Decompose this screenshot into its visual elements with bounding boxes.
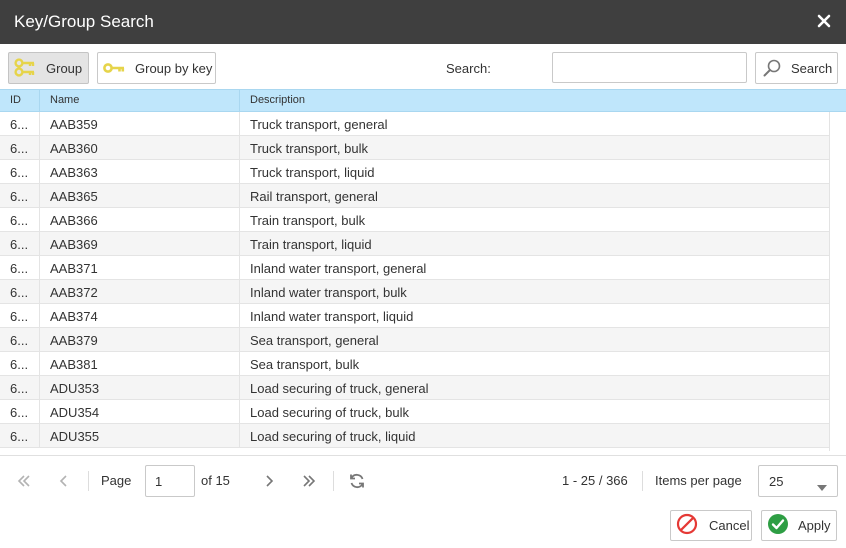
previous-page-icon[interactable]: [54, 472, 74, 490]
cancel-button-label: Cancel: [709, 518, 750, 533]
row-description-cell: Train transport, bulk: [250, 213, 366, 228]
row-id-cell: 6...: [0, 184, 40, 207]
table-row[interactable]: 6... AAB371 Inland water transport, genera…: [0, 256, 829, 280]
refresh-icon[interactable]: [347, 472, 367, 490]
column-header-name[interactable]: Name: [40, 90, 240, 111]
row-description-cell: Truck transport, bulk: [250, 141, 369, 156]
grid-body: 6... AAB359 Truck transport, general 6... AA…: [0, 112, 830, 451]
row-description-cell: Load securing of truck, liquid: [250, 429, 416, 444]
table-row[interactable]: 6... AAB359 Truck transport, general: [0, 112, 829, 136]
row-id-cell: 6...: [0, 376, 40, 399]
row-id-cell: 6...: [0, 328, 40, 351]
table-row[interactable]: 6... AAB379 Sea transport, general: [0, 328, 829, 352]
row-name-cell: ADU353: [40, 376, 240, 399]
row-description-cell: Inland water transport, liquid: [250, 309, 414, 324]
row-description-cell: Sea transport, bulk: [250, 357, 360, 372]
row-name-cell: AAB359: [40, 112, 240, 135]
table-row[interactable]: 6... ADU355 Load securing of truck, liquid: [0, 424, 829, 448]
table-row[interactable]: 6... ADU353 Load securing of truck, genera…: [0, 376, 829, 400]
chevron-down-icon: [817, 479, 827, 494]
search-button[interactable]: Search: [755, 52, 838, 84]
table-row[interactable]: 6... AAB369 Train transport, liquid: [0, 232, 829, 256]
row-name-cell: AAB363: [40, 160, 240, 183]
row-name-cell: AAB381: [40, 352, 240, 375]
row-name-cell: AAB379: [40, 328, 240, 351]
row-id-cell: 6...: [0, 232, 40, 255]
table-row[interactable]: 6... AAB365 Rail transport, general: [0, 184, 829, 208]
row-description-cell: Truck transport, general: [250, 117, 388, 132]
items-per-page-label: Items per page: [655, 473, 742, 488]
row-id-cell: 6...: [0, 424, 40, 447]
row-id-cell: 6...: [0, 304, 40, 327]
search-label: Search:: [446, 61, 491, 76]
range-info: 1 - 25 / 366: [562, 473, 628, 488]
row-id-cell: 6...: [0, 280, 40, 303]
row-description-cell: Load securing of truck, general: [250, 381, 429, 396]
cancel-button[interactable]: Cancel: [670, 510, 752, 541]
row-name-cell: AAB365: [40, 184, 240, 207]
row-description-cell: Inland water transport, general: [250, 261, 427, 276]
row-description-cell: Train transport, liquid: [250, 237, 372, 252]
page-total: of 15: [201, 473, 230, 488]
close-icon[interactable]: [816, 13, 832, 29]
cancel-icon: [676, 513, 698, 538]
row-name-cell: AAB369: [40, 232, 240, 255]
row-id-cell: 6...: [0, 112, 40, 135]
row-name-cell: AAB366: [40, 208, 240, 231]
page-label: Page: [101, 473, 132, 488]
table-row[interactable]: 6... AAB374 Inland water transport, liquid: [0, 304, 829, 328]
pager-divider: [88, 471, 89, 491]
group-button-label: Group: [46, 60, 83, 76]
row-id-cell: 6...: [0, 352, 40, 375]
pager-divider: [642, 471, 643, 491]
dialog-titlebar: Key/Group Search: [0, 0, 846, 44]
table-row[interactable]: 6... AAB363 Truck transport, liquid: [0, 160, 829, 184]
row-name-cell: ADU354: [40, 400, 240, 423]
apply-button-label: Apply: [798, 518, 831, 533]
check-icon: [767, 513, 789, 538]
row-name-cell: AAB360: [40, 136, 240, 159]
row-id-cell: 6...: [0, 400, 40, 423]
row-name-cell: AAB374: [40, 304, 240, 327]
key-icon: [103, 60, 127, 76]
apply-button[interactable]: Apply: [761, 510, 837, 541]
table-row[interactable]: 6... AAB381 Sea transport, bulk: [0, 352, 829, 376]
grid-header: ID Name Description: [0, 89, 846, 112]
keys-icon: [14, 57, 38, 79]
last-page-icon[interactable]: [299, 472, 319, 490]
next-page-icon[interactable]: [259, 472, 279, 490]
table-row[interactable]: 6... AAB366 Train transport, bulk: [0, 208, 829, 232]
group-button[interactable]: Group: [8, 52, 89, 84]
row-id-cell: 6...: [0, 256, 40, 279]
table-row[interactable]: 6... ADU354 Load securing of truck, bulk: [0, 400, 829, 424]
table-row[interactable]: 6... AAB360 Truck transport, bulk: [0, 136, 829, 160]
row-name-cell: ADU355: [40, 424, 240, 447]
pager: Page of 15 1 - 25 / 366 Items per page 2…: [0, 455, 846, 507]
search-button-label: Search: [791, 60, 833, 76]
row-name-cell: AAB371: [40, 256, 240, 279]
first-page-icon[interactable]: [14, 472, 34, 490]
items-per-page-select[interactable]: 25: [758, 465, 838, 497]
page-number-input[interactable]: [145, 465, 195, 497]
row-id-cell: 6...: [0, 208, 40, 231]
dialog-title: Key/Group Search: [14, 12, 154, 31]
column-header-id[interactable]: ID: [0, 90, 40, 111]
items-per-page-value: 25: [769, 474, 784, 489]
row-description-cell: Inland water transport, bulk: [250, 285, 407, 300]
row-description-cell: Sea transport, general: [250, 333, 379, 348]
row-description-cell: Load securing of truck, bulk: [250, 405, 409, 420]
toolbar: Group Group by key Search: Search: [0, 44, 846, 89]
group-by-key-button[interactable]: Group by key: [97, 52, 216, 84]
row-id-cell: 6...: [0, 136, 40, 159]
row-description-cell: Truck transport, liquid: [250, 165, 375, 180]
group-by-key-label: Group by key: [135, 60, 213, 76]
pager-divider: [333, 471, 334, 491]
row-description-cell: Rail transport, general: [250, 189, 378, 204]
table-row[interactable]: 6... AAB372 Inland water transport, bulk: [0, 280, 829, 304]
search-input[interactable]: [552, 52, 747, 83]
row-id-cell: 6...: [0, 160, 40, 183]
column-header-description[interactable]: Description: [240, 90, 846, 111]
search-icon: [762, 58, 782, 78]
row-name-cell: AAB372: [40, 280, 240, 303]
